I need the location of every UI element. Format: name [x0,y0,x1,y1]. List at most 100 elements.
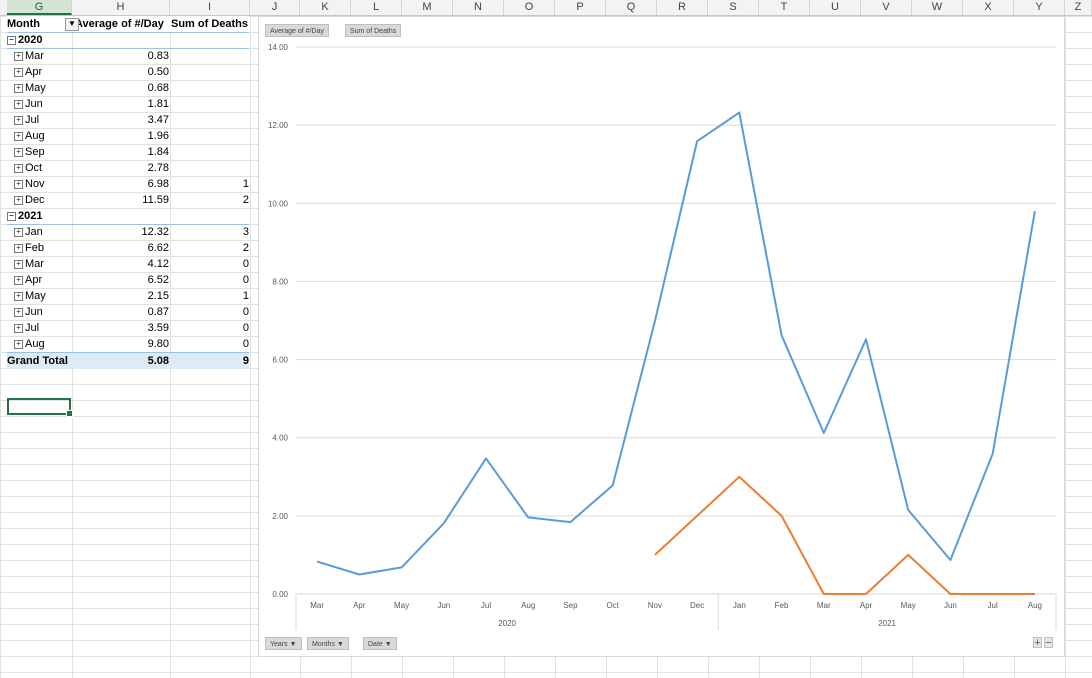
y-tick-label: 4.00 [272,434,288,443]
expand-icon[interactable]: + [14,307,23,317]
collapse-icon[interactable]: − [7,211,16,221]
column-header-p[interactable]: P [555,0,606,15]
pivot-month-row[interactable]: + Sep 1.84 [7,144,249,160]
data-point-0 [1033,210,1036,213]
expand-field-button[interactable]: + [1033,637,1042,649]
avg-value: 6.62 [147,242,169,254]
x-tick-label: Oct [606,601,619,610]
pivot-month-row[interactable]: + Mar 0.83 [7,48,249,64]
avg-value: 1.84 [147,146,169,158]
pivot-month-row[interactable]: + Jul 3.59 0 [7,320,249,336]
column-header-r[interactable]: R [657,0,708,15]
pivot-year-row[interactable]: −2021 [7,208,249,225]
axis-field-button-years[interactable]: Years ▼ [265,637,302,650]
row-label: Apr [25,274,43,286]
expand-icon[interactable]: + [14,227,23,237]
column-header-z[interactable]: Z [1065,0,1092,15]
pivot-month-row[interactable]: + May 2.15 1 [7,288,249,304]
expand-icon[interactable]: + [14,259,23,269]
deaths-value: 2 [242,194,249,206]
column-header-x[interactable]: X [963,0,1014,15]
fill-handle[interactable] [66,410,73,417]
collapse-icon[interactable]: − [7,35,16,45]
avg-value: 0.87 [147,306,169,318]
avg-value: 3.47 [147,114,169,126]
pivot-month-row[interactable]: + Apr 6.52 0 [7,272,249,288]
expand-icon[interactable]: + [14,99,23,109]
expand-icon[interactable]: + [14,83,23,93]
column-header-q[interactable]: Q [606,0,657,15]
pivot-month-row[interactable]: + Jan 12.32 3 [7,224,249,240]
y-tick-label: 2.00 [272,512,288,521]
filter-dropdown-icon[interactable]: ▼ [65,18,79,31]
column-header-k[interactable]: K [300,0,351,15]
pivot-header[interactable]: Month Average of #/Day Sum of Deaths ▼ [7,16,249,33]
deaths-value: 0 [242,306,249,318]
pivot-grand-total[interactable]: Grand Total 5.08 9 [7,352,249,369]
column-header-t[interactable]: T [759,0,810,15]
column-header-m[interactable]: M [402,0,453,15]
pivot-month-row[interactable]: + Oct 2.78 [7,160,249,176]
expand-icon[interactable]: + [14,339,23,349]
y-tick-label: 0.00 [272,590,288,599]
expand-icon[interactable]: + [14,195,23,205]
dropdown-arrow-icon: ▼ [289,641,297,648]
pivot-year-row[interactable]: −2020 [7,32,249,49]
pivot-month-row[interactable]: + May 0.68 [7,80,249,96]
pivot-month-row[interactable]: + Aug 1.96 [7,128,249,144]
y-tick-label: 8.00 [272,277,288,286]
pivot-month-row[interactable]: + Nov 6.98 1 [7,176,249,192]
pivot-month-row[interactable]: + Dec 11.59 2 [7,192,249,208]
expand-icon[interactable]: + [14,131,23,141]
avg-value: 4.12 [147,258,169,270]
expand-icon[interactable]: + [14,179,23,189]
expand-icon[interactable]: + [14,115,23,125]
avg-value: 3.59 [147,322,169,334]
expand-icon[interactable]: + [14,147,23,157]
axis-field-years-label: Years [270,641,288,648]
pivot-chart[interactable]: Average of #/Day Sum of Deaths 0.00 2.00 4… [258,16,1065,657]
collapse-field-button[interactable]: − [1044,637,1053,649]
expand-icon[interactable]: + [14,291,23,301]
pivot-month-row[interactable]: + Feb 6.62 2 [7,240,249,256]
column-header-bar: GHIJKLMNOPQRSTUVWXYZ [0,0,1092,16]
pivot-month-row[interactable]: + Aug 9.80 0 [7,336,249,352]
axis-field-button-months[interactable]: Months ▼ [307,637,349,650]
expand-icon[interactable]: + [14,67,23,77]
column-header-o[interactable]: O [504,0,555,15]
column-header-n[interactable]: N [453,0,504,15]
data-point-0 [653,320,656,323]
data-point-1 [653,553,656,556]
column-header-h[interactable]: H [72,0,170,15]
series-line-1 [654,475,1035,595]
column-header-i[interactable]: I [170,0,250,15]
expand-icon[interactable]: + [14,163,23,173]
row-label: Jun [25,306,43,318]
expand-icon[interactable]: + [14,51,23,61]
selected-cell[interactable] [7,398,73,417]
data-point-0 [485,457,488,460]
expand-icon[interactable]: + [14,275,23,285]
pivot-month-row[interactable]: + Mar 4.12 0 [7,256,249,272]
data-point-1 [696,514,699,517]
pivot-month-row[interactable]: + Jun 0.87 0 [7,304,249,320]
axis-field-button-date[interactable]: Date ▼ [363,637,397,650]
expand-icon[interactable]: + [14,243,23,253]
pivot-month-row[interactable]: + Apr 0.50 [7,64,249,80]
row-label: May [25,82,46,94]
avg-value: 6.98 [147,178,169,190]
expand-icon[interactable]: + [14,323,23,333]
column-header-j[interactable]: J [250,0,300,15]
column-header-g[interactable]: G [7,0,72,15]
deaths-value: 1 [242,290,249,302]
avg-value: 1.81 [147,98,169,110]
column-header-u[interactable]: U [810,0,861,15]
column-header-v[interactable]: V [861,0,912,15]
pivot-month-row[interactable]: + Jul 3.47 [7,112,249,128]
column-header-y[interactable]: Y [1014,0,1065,15]
row-label: Jul [25,322,40,334]
column-header-l[interactable]: L [351,0,402,15]
pivot-month-row[interactable]: + Jun 1.81 [7,96,249,112]
column-header-s[interactable]: S [708,0,759,15]
column-header-w[interactable]: W [912,0,963,15]
